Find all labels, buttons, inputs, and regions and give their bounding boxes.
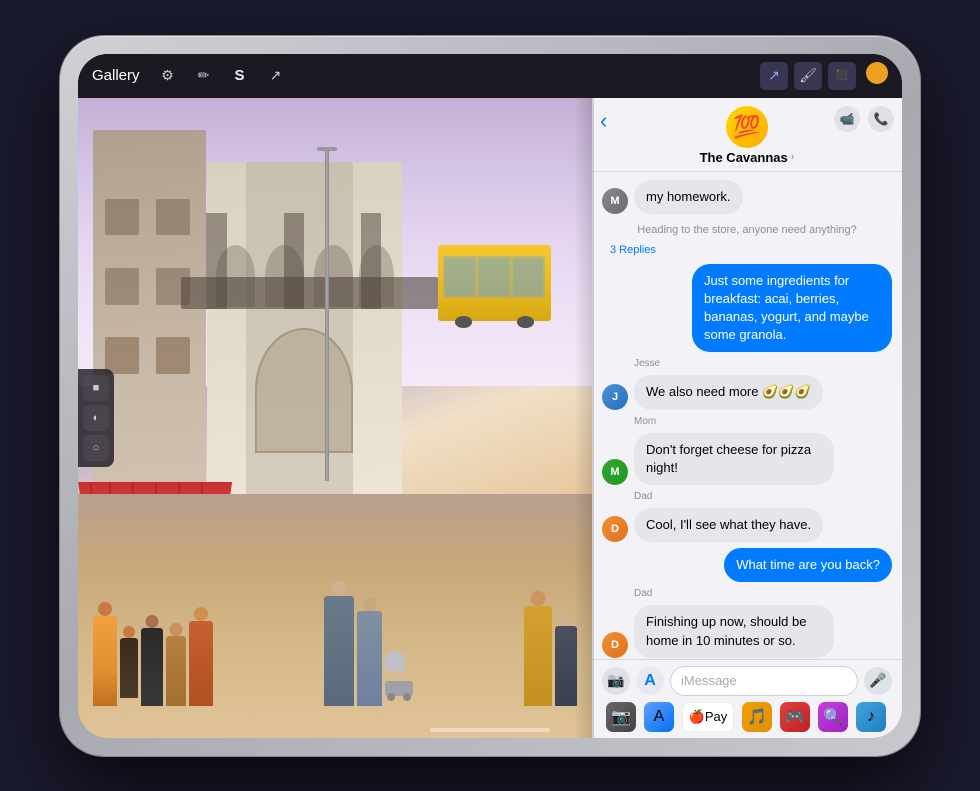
brush-icon[interactable]: 🖌 xyxy=(794,62,822,90)
people-group xyxy=(78,354,592,706)
microphone-button[interactable]: 🎤 xyxy=(864,667,892,695)
tram xyxy=(438,245,551,322)
group-name-row[interactable]: The Cavannas › xyxy=(700,150,795,165)
apple-pay-icon[interactable]: 🍎Pay xyxy=(682,702,734,732)
group-avatar: 💯 xyxy=(726,106,768,148)
gallery-button[interactable]: Gallery xyxy=(92,67,140,84)
message-row: M my homework. xyxy=(602,180,892,214)
message-row: J We also need more 🥑🥑🥑 xyxy=(602,375,892,409)
sender-name-label: Dad xyxy=(634,588,892,599)
system-message: Heading to the store, anyone need anythi… xyxy=(602,224,892,236)
input-placeholder: iMessage xyxy=(681,673,737,688)
message-bubble: Don't forget cheese for pizza night! xyxy=(634,433,834,485)
sender-name-label: Jesse xyxy=(634,358,892,369)
phone-call-button[interactable]: 📞 xyxy=(868,106,894,132)
outgoing-message-row: Just some ingredients for breakfast: aca… xyxy=(602,264,892,353)
message-bubble: my homework. xyxy=(634,180,743,214)
drawing-app-toolbar: Gallery ⚙ ✏ S ↗ ↗ 🖌 ⬛ xyxy=(78,54,902,98)
layers-icon[interactable]: ⬛ xyxy=(828,62,856,90)
sender-avatar: J xyxy=(602,384,628,410)
message-bubble: Cool, I'll see what they have. xyxy=(634,508,823,542)
user-avatar[interactable] xyxy=(866,62,888,84)
sender-name-label: Mom xyxy=(634,416,892,427)
arrow-tool-icon[interactable]: ↗ xyxy=(262,62,290,90)
sender-avatar: M xyxy=(602,188,628,214)
outgoing-message-row: What time are you back? xyxy=(602,548,892,582)
ipad-screen: Gallery ⚙ ✏ S ↗ ↗ 🖌 ⬛ xyxy=(78,54,902,738)
sender-name-label: Dad xyxy=(634,491,892,502)
messages-panel: ‹ 📹 📞 💯 The Cavannas › xyxy=(592,98,902,738)
sender-avatar: D xyxy=(602,632,628,658)
sender-avatar: D xyxy=(602,516,628,542)
thread-replies-link[interactable]: 3 Replies xyxy=(610,244,892,256)
outgoing-bubble: Just some ingredients for breakfast: aca… xyxy=(692,264,892,353)
back-button[interactable]: ‹ xyxy=(600,108,607,134)
stroke-tool-icon[interactable]: S xyxy=(226,62,254,90)
music-icon[interactable]: 🎵 xyxy=(742,702,772,732)
music2-icon[interactable]: ♪ xyxy=(856,702,886,732)
search-app-icon[interactable]: 🔍 xyxy=(818,702,848,732)
drawing-left-toolbar: ■ ◐ ○ xyxy=(78,369,114,467)
ipad-device: Gallery ⚙ ✏ S ↗ ↗ 🖌 ⬛ xyxy=(60,36,920,756)
message-row: D Finishing up now, should be home in 10… xyxy=(602,605,892,657)
sender-avatar: M xyxy=(602,459,628,485)
app-store-icon[interactable]: A xyxy=(644,702,674,732)
messages-scroll-area[interactable]: M my homework. Heading to the store, any… xyxy=(592,172,902,659)
video-call-button[interactable]: 📹 xyxy=(834,106,860,132)
message-row: D Cool, I'll see what they have. xyxy=(602,508,892,542)
main-content-area: ■ ◐ ○ ‹ 📹 📞 💯 xyxy=(78,98,902,738)
message-bubble: Finishing up now, should be home in 10 m… xyxy=(634,605,834,657)
wrench-icon[interactable]: ⚙ xyxy=(154,62,182,90)
game-icon[interactable]: 🎮 xyxy=(780,702,810,732)
group-name-chevron: › xyxy=(791,151,795,163)
camera-input-button[interactable]: 📷 xyxy=(602,667,630,695)
message-bubble: We also need more 🥑🥑🥑 xyxy=(634,375,823,409)
pencil-icon[interactable]: ✏ xyxy=(190,62,218,90)
group-name: The Cavannas xyxy=(700,150,788,165)
bridge-rail xyxy=(181,277,438,309)
input-row: 📷 A iMessage 🎤 xyxy=(602,666,892,696)
city-scene: ■ ◐ ○ xyxy=(78,98,592,738)
camera-app-icon[interactable]: 📷 xyxy=(606,702,636,732)
message-text-input[interactable]: iMessage xyxy=(670,666,858,696)
opacity-tool-btn[interactable]: ◐ xyxy=(83,405,109,431)
message-input-area: 📷 A iMessage 🎤 📷 A 🍎Pay 🎵 🎮 xyxy=(592,659,902,738)
home-indicator xyxy=(430,728,550,732)
color-tool-btn[interactable]: ■ xyxy=(83,375,109,401)
header-action-icons: 📹 📞 xyxy=(834,106,894,132)
message-row: M Don't forget cheese for pizza night! xyxy=(602,433,892,485)
app-strip: 📷 A 🍎Pay 🎵 🎮 🔍 ♪ xyxy=(602,702,892,732)
share-icon[interactable]: ↗ xyxy=(760,62,788,90)
size-tool-btn[interactable]: ○ xyxy=(83,435,109,461)
messages-header: ‹ 📹 📞 💯 The Cavannas › xyxy=(592,98,902,172)
illustration-canvas[interactable]: ■ ◐ ○ xyxy=(78,98,592,738)
outgoing-bubble: What time are you back? xyxy=(724,548,892,582)
app-store-input-button[interactable]: A xyxy=(636,667,664,695)
